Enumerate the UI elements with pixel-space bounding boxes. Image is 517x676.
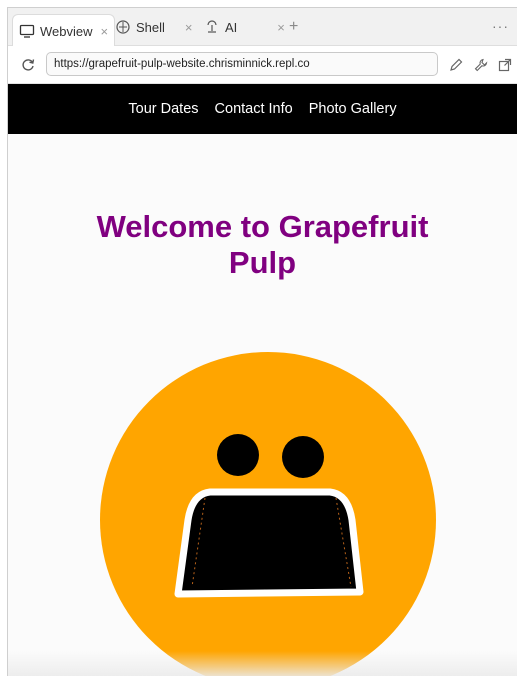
page-title-line2: Pulp: [228, 245, 297, 280]
nav-link-tour-dates[interactable]: Tour Dates: [128, 101, 198, 117]
monitor-icon: [19, 24, 35, 38]
ai-icon: [207, 20, 217, 33]
close-icon[interactable]: ×: [185, 20, 193, 35]
more-options-icon[interactable]: ···: [492, 18, 509, 34]
reload-icon[interactable]: [20, 57, 36, 73]
page-title: Welcome to Grapefruit Pulp: [8, 209, 517, 281]
webview-content: Tour Dates Contact Info Photo Gallery We…: [8, 84, 517, 676]
nav-link-photo-gallery[interactable]: Photo Gallery: [309, 101, 397, 117]
tab-label: Webview: [40, 23, 93, 39]
browser-window: Webview × Shell × AI × + ··· https://gra…: [7, 7, 517, 676]
tab-webview[interactable]: Webview ×: [12, 14, 116, 47]
tab-ai[interactable]: AI ×: [198, 14, 291, 40]
tab-label: AI: [225, 19, 238, 35]
logo-left-eye: [217, 434, 259, 476]
close-icon[interactable]: ×: [277, 20, 285, 35]
nav-link-contact-info[interactable]: Contact Info: [215, 101, 293, 117]
open-external-icon[interactable]: [497, 57, 513, 73]
band-logo: [100, 352, 436, 676]
close-icon[interactable]: ×: [101, 24, 109, 39]
logo-right-eye: [282, 436, 324, 478]
pencil-icon[interactable]: [448, 57, 464, 73]
address-bar: [8, 46, 517, 84]
wrench-icon[interactable]: [473, 57, 489, 73]
shell-icon: [116, 20, 130, 34]
tab-shell[interactable]: Shell ×: [109, 14, 199, 40]
tab-label: Shell: [136, 19, 165, 35]
url-input[interactable]: [46, 52, 438, 76]
logo-mouth: [174, 488, 364, 598]
add-tab-button[interactable]: +: [289, 18, 298, 36]
page-title-line1: Welcome to Grapefruit: [96, 209, 429, 244]
tab-bar: Webview × Shell × AI × + ···: [8, 8, 517, 47]
site-nav: Tour Dates Contact Info Photo Gallery: [8, 84, 517, 134]
